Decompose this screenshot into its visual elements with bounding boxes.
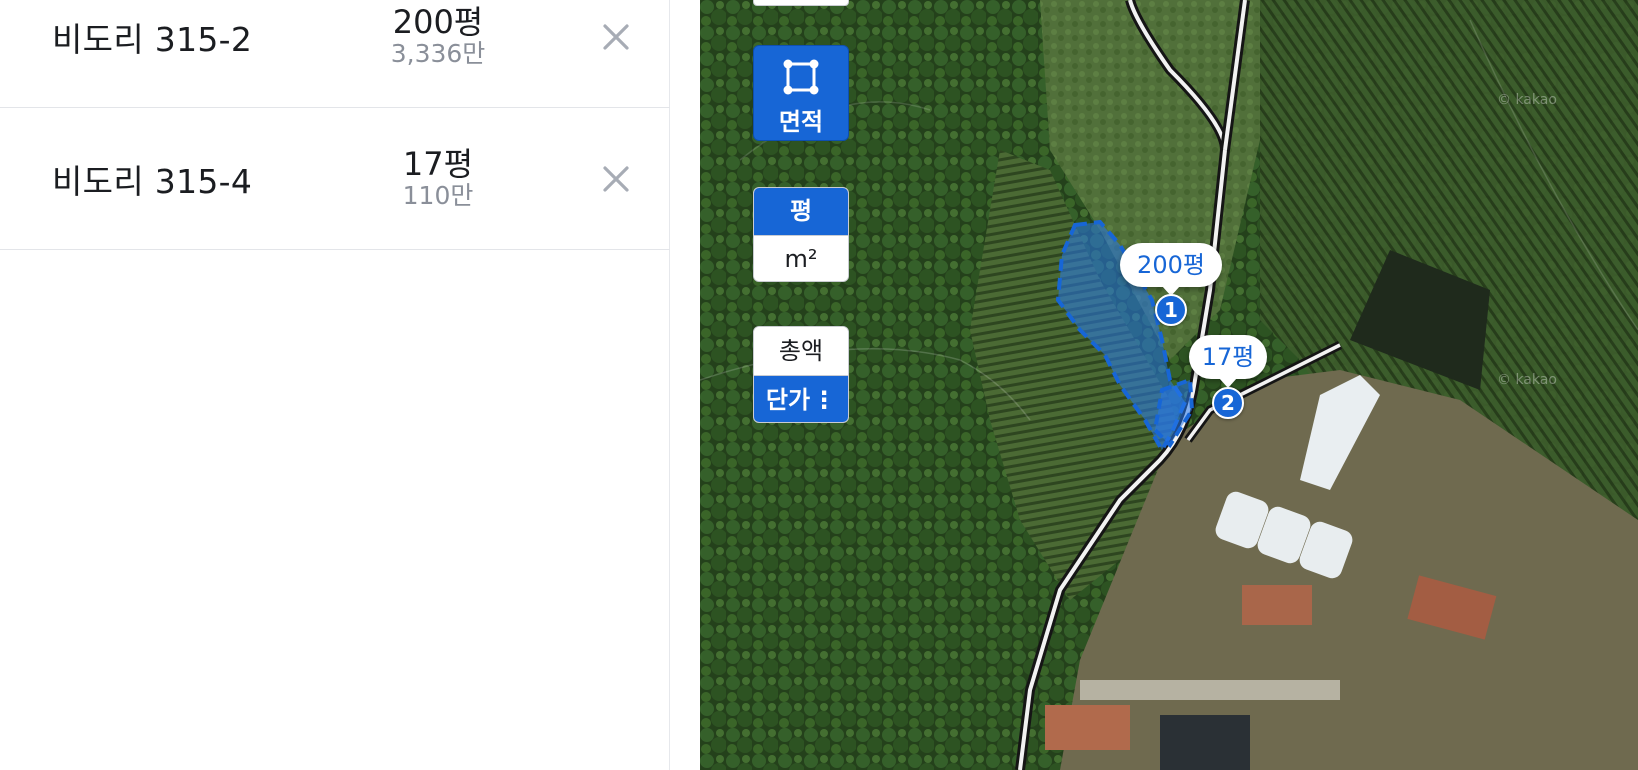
parcel-row[interactable]: 비도리 315-4 17평 110만 [0, 108, 670, 250]
unit-pyeong-option[interactable]: 평 [754, 188, 848, 235]
map-attribution: © kakao [1497, 372, 1557, 388]
parcel-summary: 200평 3,336만 [390, 2, 486, 69]
parcel-area: 200평 [392, 2, 484, 41]
total-price-option[interactable]: 총액 [754, 327, 848, 375]
close-icon [603, 23, 629, 50]
remove-parcel-button[interactable] [596, 159, 636, 199]
parcel-price: 3,336만 [390, 39, 486, 69]
area-measure-button[interactable]: 면적 [753, 45, 849, 141]
parcel-price: 110만 [402, 181, 474, 211]
parcel-address: 비도리 315-2 [52, 19, 253, 59]
parcel-area: 17평 [402, 144, 474, 183]
parcel-address: 비도리 315-4 [52, 161, 253, 201]
map-attribution: © kakao [1497, 92, 1557, 108]
unit-sqm-option[interactable]: m² [754, 235, 848, 281]
parcel-row[interactable]: 비도리 315-2 200평 3,336만 [0, 0, 670, 108]
kebab-icon: ⋮ [812, 386, 837, 414]
parcel-list-panel: 비도리 315-2 200평 3,336만 비도리 315-4 17평 110만 [0, 0, 670, 770]
parcel-summary: 17평 110만 [402, 144, 474, 211]
parcel-area-tooltip: 17평 [1189, 335, 1267, 388]
area-measure-label: 면적 [778, 108, 824, 136]
close-icon [603, 165, 629, 192]
unit-price-option[interactable]: 단가⋮ [754, 375, 848, 422]
parcel-marker[interactable]: 1 [1155, 294, 1187, 326]
parcel-marker[interactable]: 2 [1212, 387, 1244, 419]
parcel-area-tooltip: 200평 [1120, 243, 1222, 296]
map-control-stub[interactable] [753, 0, 849, 6]
unit-toggle: 평 m² [753, 187, 849, 282]
remove-parcel-button[interactable] [596, 17, 636, 57]
polygon-select-icon [783, 59, 819, 95]
price-mode-toggle: 총액 단가⋮ [753, 326, 849, 423]
unit-price-label: 단가 [765, 386, 811, 414]
